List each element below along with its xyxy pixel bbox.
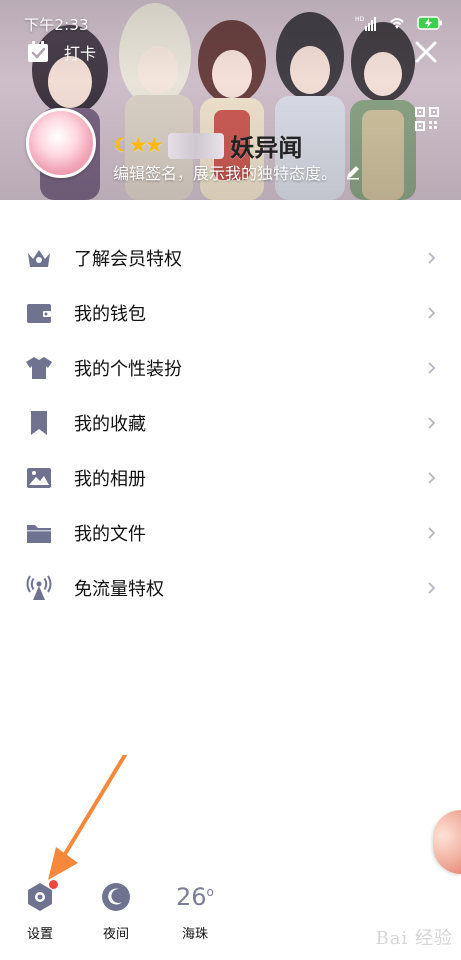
menu-item-label: 我的个性装扮 (74, 358, 182, 380)
bookmark-icon (31, 410, 47, 435)
menu-item-free-data[interactable]: 免流量特权 (0, 560, 461, 615)
menu-item-vip-privileges[interactable]: 了解会员特权 (0, 230, 461, 285)
checkin-label: 打卡 (64, 44, 97, 63)
menu-item-personal-decoration[interactable]: 我的个性装扮 (0, 340, 461, 395)
wifi-icon (390, 18, 404, 29)
profile-menu: 了解会员特权 我的钱包 我的个性装扮 我的收藏 我的相册 我的文件 免流量特权 (0, 230, 461, 615)
signature-edit[interactable]: 编辑签名，展示我的独特态度。 (113, 160, 361, 184)
menu-item-album[interactable]: 我的相册 (0, 450, 461, 505)
battery-icon (417, 16, 442, 30)
menu-item-label: 了解会员特权 (74, 248, 182, 270)
night-mode-button[interactable]: 夜间 (100, 881, 132, 942)
folder-icon (27, 524, 51, 543)
weather-temp-value: 26 (176, 883, 207, 911)
status-time: 下午2:33 (24, 16, 89, 34)
shirt-icon (26, 356, 52, 379)
profile-header: 下午2:33 HD 打卡 ☾★★ 妖异闻 编辑签名，展示我的独特态度。 (0, 0, 461, 200)
night-icon-wrap (100, 881, 132, 913)
qr-code-icon[interactable] (415, 107, 439, 131)
menu-item-favorites[interactable]: 我的收藏 (0, 395, 461, 450)
signal-icon: HD (355, 16, 376, 31)
notification-dot (48, 879, 59, 890)
weather-temp-unit: o (206, 885, 214, 899)
chevron-right-icon (428, 306, 436, 319)
signature-text: 编辑签名，展示我的独特态度。 (113, 164, 338, 183)
crown-icon (28, 249, 50, 267)
night-label: 夜间 (102, 927, 129, 942)
vip-crown-icon: ☾★★ (114, 135, 163, 156)
weather-city: 海珠 (181, 927, 208, 942)
menu-item-wallet[interactable]: 我的钱包 (0, 285, 461, 340)
weather-widget[interactable]: 26o 海珠 (176, 876, 214, 942)
menu-item-label: 我的文件 (74, 523, 146, 545)
weather-temperature: 26o (176, 876, 214, 913)
chevron-right-icon (428, 416, 436, 429)
chevron-right-icon (428, 581, 436, 594)
checkin-button[interactable]: 打卡 (26, 40, 96, 64)
status-icons: HD (355, 14, 443, 32)
chevron-right-icon (428, 251, 436, 264)
status-bar: 下午2:33 HD (0, 0, 461, 44)
avatar[interactable] (26, 108, 96, 178)
menu-item-label: 免流量特权 (74, 578, 164, 600)
close-icon[interactable] (413, 39, 439, 65)
username-text: 妖异闻 (230, 133, 303, 162)
chevron-right-icon (428, 526, 436, 539)
username-blurred (168, 132, 225, 159)
edit-pen-icon (347, 166, 360, 180)
svg-text:HD: HD (355, 16, 365, 23)
username: ☾★★ 妖异闻 (114, 128, 302, 163)
moon-icon (102, 883, 130, 911)
bottom-bar: 设置 夜间 26o 海珠 Bai 经验 (0, 850, 461, 960)
calendar-check-icon (28, 41, 48, 62)
chevron-right-icon (428, 361, 436, 374)
menu-item-files[interactable]: 我的文件 (0, 505, 461, 560)
watermark: Bai 经验 (375, 928, 453, 949)
antenna-icon (26, 574, 52, 600)
settings-button[interactable]: 设置 (24, 879, 59, 942)
settings-label: 设置 (26, 927, 53, 942)
chevron-right-icon (428, 471, 436, 484)
photo-icon (27, 467, 51, 488)
settings-icon-wrap (24, 879, 59, 913)
wallet-icon (27, 303, 51, 323)
menu-item-label: 我的相册 (74, 468, 146, 490)
menu-item-label: 我的钱包 (74, 303, 146, 325)
menu-item-label: 我的收藏 (74, 413, 146, 435)
